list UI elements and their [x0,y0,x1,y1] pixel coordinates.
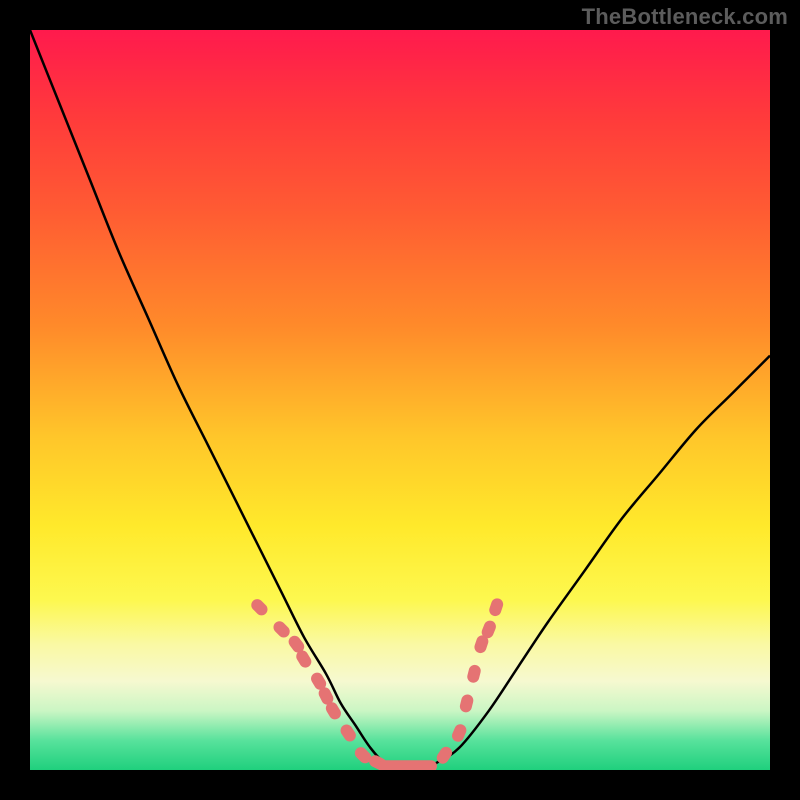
chart-frame: TheBottleneck.com [0,0,800,800]
watermark-text: TheBottleneck.com [582,4,788,30]
curve-marker [249,597,270,618]
marker-bottom-bar [378,760,437,770]
marker-cluster-right [434,597,504,766]
curve-marker [459,693,475,713]
chart-svg [30,30,770,770]
bottleneck-curve [30,30,770,770]
curve-marker [488,597,505,618]
curve-marker [271,619,292,640]
curve-marker [466,664,482,684]
plot-area [30,30,770,770]
